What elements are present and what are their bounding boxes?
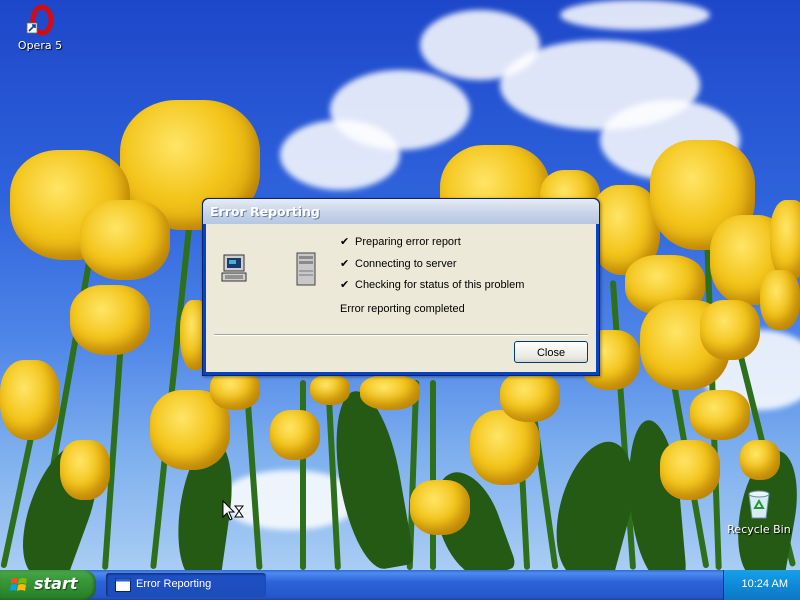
busy-cursor-icon	[222, 500, 245, 521]
status-text: Error reporting completed	[340, 303, 465, 315]
step-3-check-icon: ✔	[340, 278, 350, 291]
step-1-label: Preparing error report	[355, 236, 461, 248]
dialog-title-bar[interactable]: Error Reporting	[203, 199, 599, 224]
tulip-stem	[430, 380, 436, 570]
error-reporting-dialog: Error Reporting ✔ Preparing error report…	[202, 198, 600, 376]
desktop-icon-label: Opera 5	[17, 39, 63, 52]
desktop-icon-opera[interactable]: Opera 5	[0, 4, 80, 52]
tulip-bloom	[70, 285, 150, 355]
recycle-bin-icon	[743, 488, 775, 520]
tulip-bloom	[310, 375, 350, 405]
tulip-bloom	[770, 200, 800, 280]
dialog-body: ✔ Preparing error report ✔ Connecting to…	[206, 224, 596, 372]
tulip-bloom	[500, 372, 560, 422]
cloud	[280, 120, 400, 190]
taskbar: start Error Reporting 10:24 AM	[0, 570, 800, 600]
step-1-check-icon: ✔	[340, 235, 350, 248]
dialog-divider	[214, 334, 588, 336]
taskbar-item-label: Error Reporting	[136, 578, 212, 590]
clock[interactable]: 10:24 AM	[742, 578, 788, 590]
windows-logo-icon	[10, 578, 27, 591]
taskbar-item-error-reporting[interactable]: Error Reporting	[106, 573, 266, 597]
opera-icon	[24, 4, 56, 36]
tulip-stem	[300, 380, 306, 570]
tulip-bloom	[660, 440, 720, 500]
step-2-label: Connecting to server	[355, 258, 457, 270]
step-3-label: Checking for status of this problem	[355, 279, 525, 291]
close-button[interactable]: Close	[514, 341, 588, 363]
desktop-icon-label: Recycle Bin	[727, 523, 791, 536]
tulip-bloom	[0, 360, 60, 440]
tulip-bloom	[700, 300, 760, 360]
tulip-bloom	[740, 440, 780, 480]
tulip-bloom	[80, 200, 170, 280]
desktop-icon-recycle-bin[interactable]: Recycle Bin	[719, 488, 799, 536]
computer-icon	[221, 254, 247, 282]
tulip-bloom	[410, 480, 470, 535]
tulip-bloom	[360, 375, 420, 410]
server-icon	[296, 252, 316, 286]
tulip-bloom	[60, 440, 110, 500]
tulip-bloom	[690, 390, 750, 440]
dialog-title: Error Reporting	[210, 204, 320, 219]
tulip-bloom	[210, 370, 260, 410]
cloud	[560, 0, 710, 30]
step-2-check-icon: ✔	[340, 257, 350, 270]
window-icon	[115, 578, 131, 592]
tulip-bloom	[760, 270, 800, 330]
tulip-bloom	[270, 410, 320, 460]
start-label: start	[34, 574, 78, 593]
start-button[interactable]: start	[0, 570, 96, 600]
system-tray: 10:24 AM	[723, 570, 800, 600]
